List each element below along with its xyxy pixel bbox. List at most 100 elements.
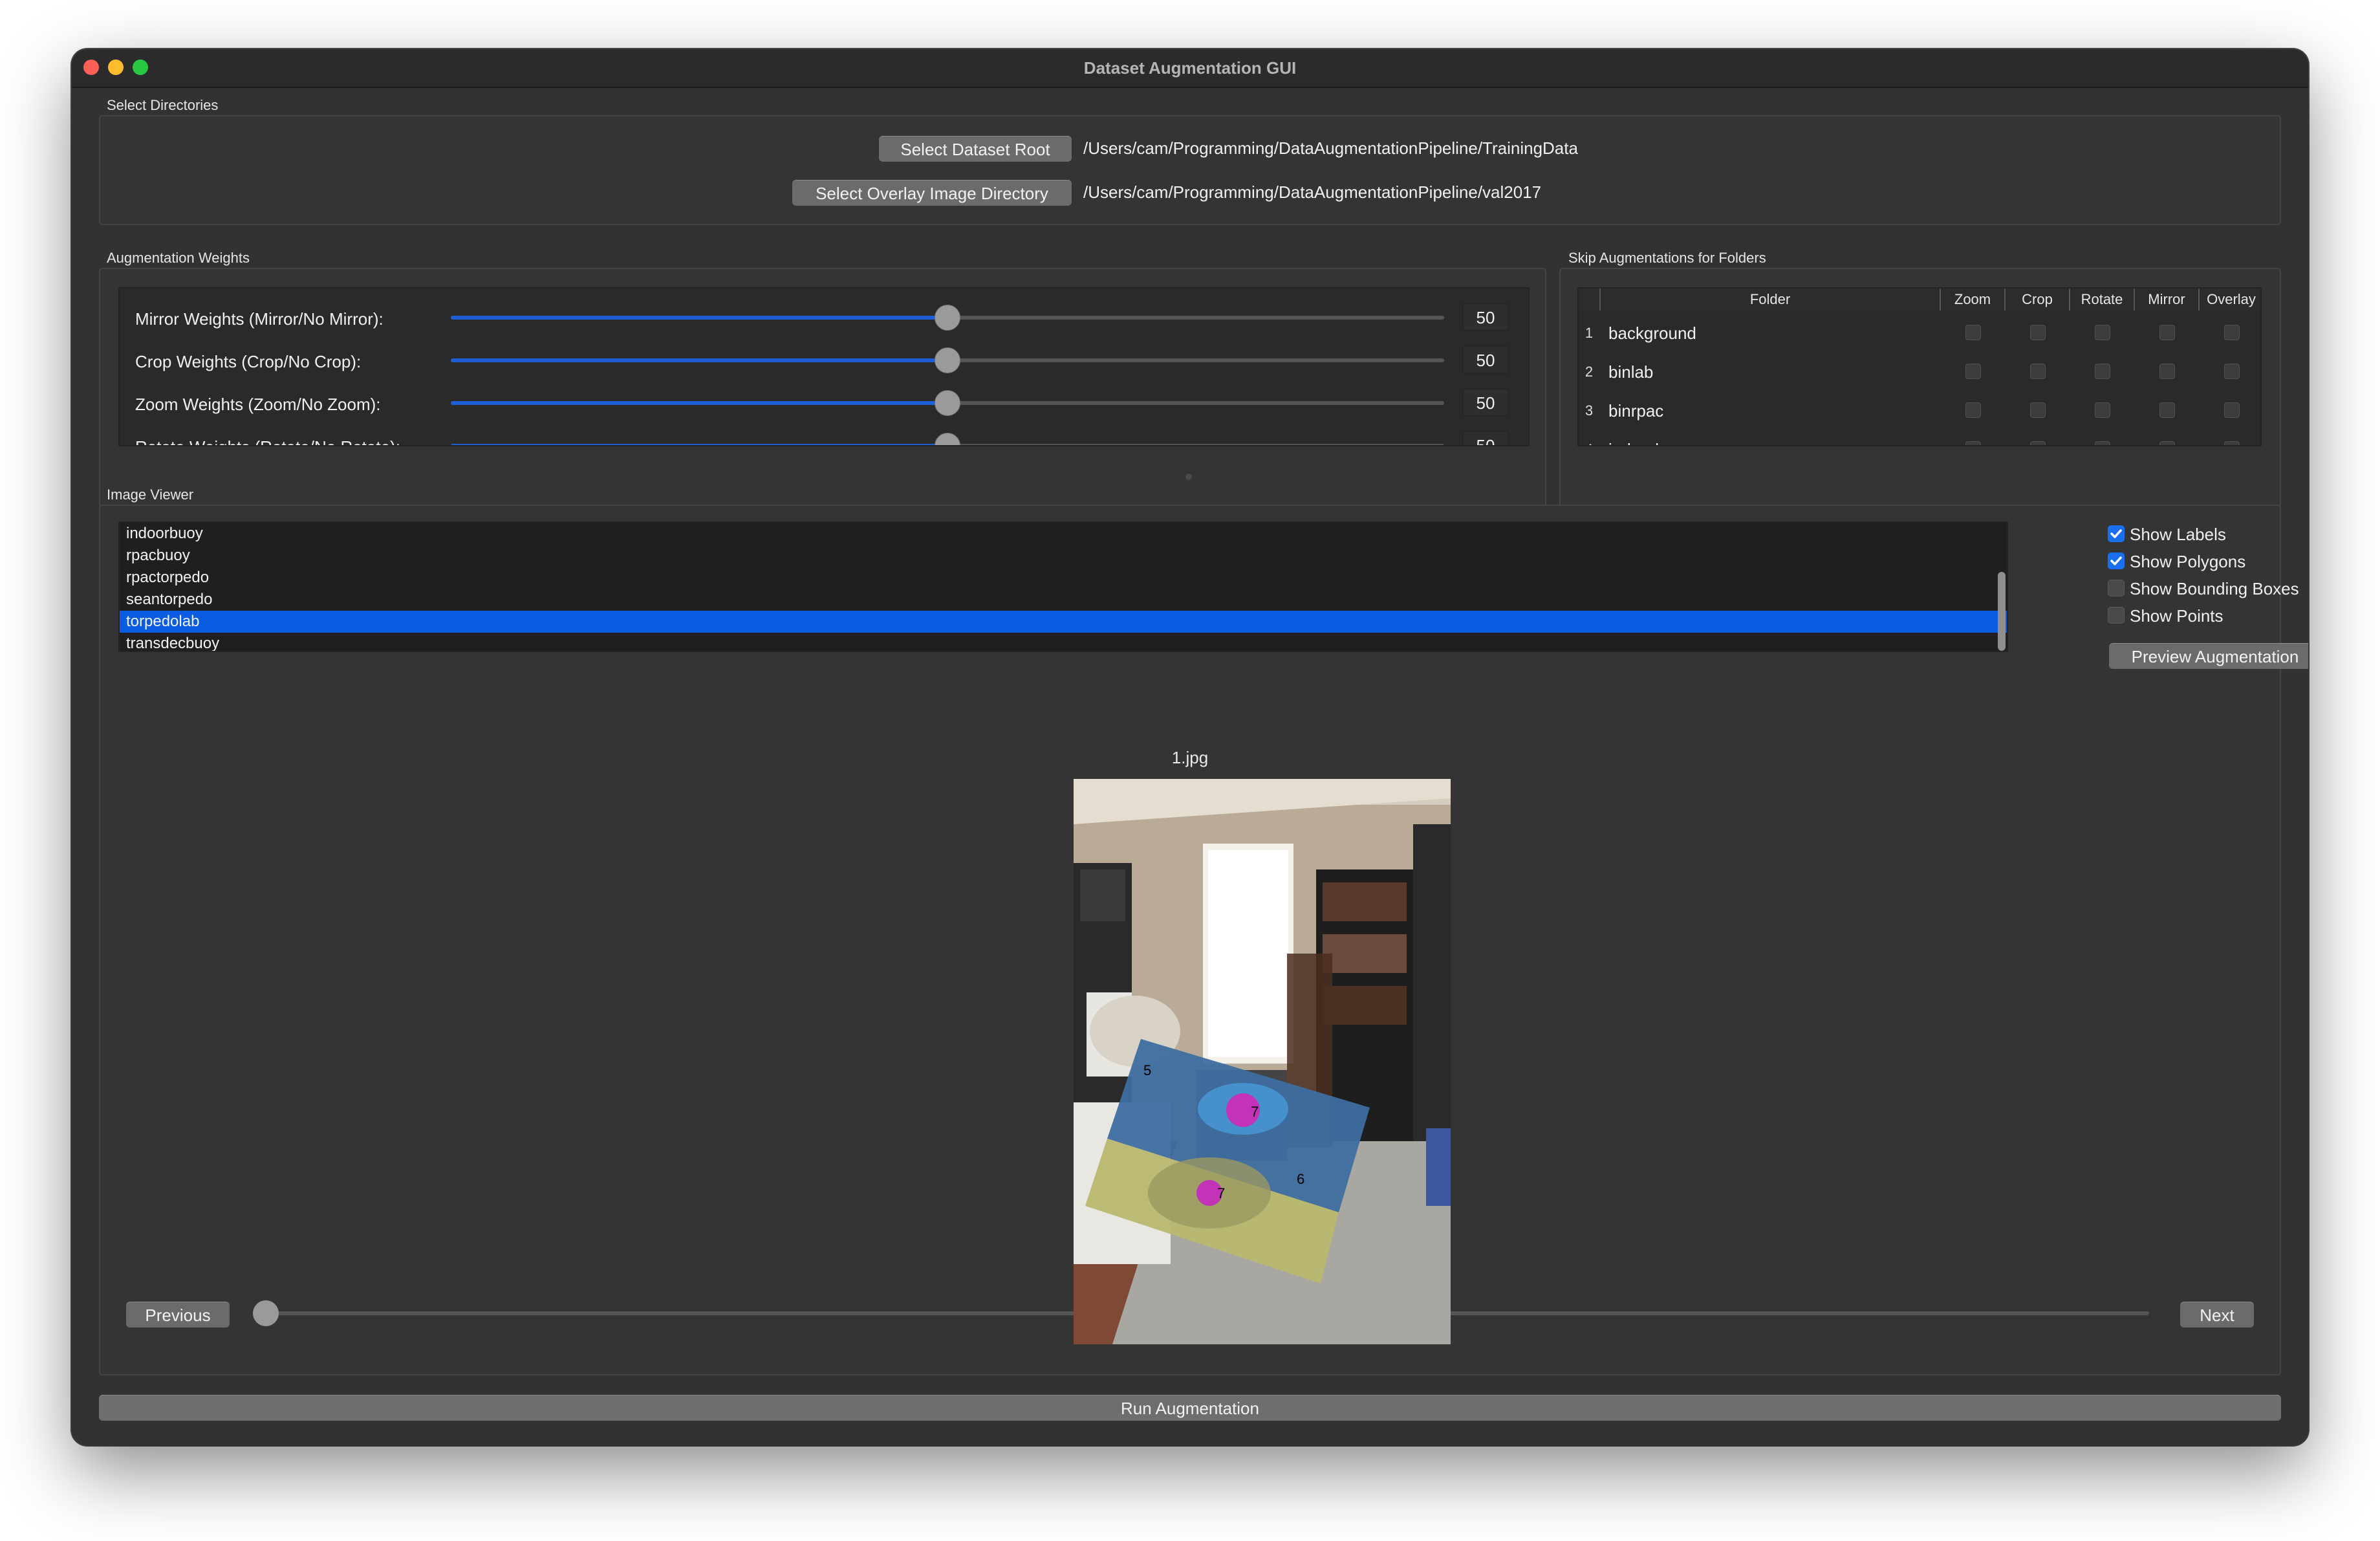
skip-table[interactable]: Folder Zoom Crop Rotate Mirror Overlay 1… [1577,287,2262,446]
skip-overlay-checkbox[interactable] [2224,441,2240,445]
checkmark-icon [2110,529,2122,538]
show-bounding-boxes-checkbox[interactable] [2108,580,2125,596]
next-button[interactable]: Next [2180,1302,2254,1328]
skip-crop-checkbox[interactable] [2030,402,2046,418]
show-labels-label: Show Labels [2130,525,2226,544]
select-dataset-root-button[interactable]: Select Dataset Root [879,136,1072,162]
skip-zoom-checkbox[interactable] [1965,402,1981,418]
table-row[interactable]: 3 binrpac [1579,392,2260,431]
image-index-handle[interactable] [253,1300,279,1326]
mirror-weight-slider[interactable] [451,305,1444,331]
rotate-weight-row: Rotate Weights (Rotate/No Rotate): 50 [120,428,1528,445]
skip-rotate-checkbox[interactable] [2095,325,2110,340]
list-item[interactable]: rpactorpedo [126,567,209,589]
column-header-mirror[interactable]: Mirror [2135,289,2200,311]
skip-zoom-checkbox[interactable] [1965,325,1981,340]
overlay-label: 6 [1297,1171,1304,1187]
list-item[interactable]: seantorpedo [126,589,212,611]
overlay-label: 5 [1143,1062,1151,1078]
skip-table-header: Folder Zoom Crop Rotate Mirror Overlay [1579,289,2260,311]
zoom-weight-handle[interactable] [935,390,960,416]
skip-mirror-checkbox[interactable] [2159,441,2175,445]
skip-overlay-checkbox[interactable] [2224,364,2240,379]
skip-rotate-checkbox[interactable] [2095,441,2110,445]
list-item[interactable]: rpacbuoy [126,545,190,567]
rotate-weight-handle[interactable] [935,433,960,445]
corner-header [1579,289,1601,311]
skip-zoom-checkbox[interactable] [1965,364,1981,379]
preview-image: 5 7 7 6 [1074,779,1451,1344]
row-number: 2 [1585,364,1594,380]
crop-weight-fill [451,358,947,362]
selected-list-row[interactable] [120,611,2007,633]
rotate-weight-label: Rotate Weights (Rotate/No Rotate): [135,437,400,445]
column-header-overlay[interactable]: Overlay [2200,289,2260,311]
overlay-label: 7 [1217,1185,1225,1201]
folder-name: binlab [1608,362,1654,382]
previous-button[interactable]: Previous [126,1302,230,1328]
show-points-checkbox[interactable] [2108,607,2125,624]
folder-name: binrpac [1608,401,1664,421]
crop-weight-slider[interactable] [451,347,1444,373]
show-bounding-boxes-label: Show Bounding Boxes [2130,579,2299,598]
mirror-weight-handle[interactable] [935,305,960,331]
skip-crop-checkbox[interactable] [2030,364,2046,379]
crop-weight-value[interactable]: 50 [1462,345,1509,374]
table-row[interactable]: 1 background [1579,314,2260,353]
skip-mirror-checkbox[interactable] [2159,364,2175,379]
rotate-weight-fill [451,444,947,445]
skip-augmentations-group: Folder Zoom Crop Rotate Mirror Overlay 1… [1559,268,2281,518]
mirror-weight-row: Mirror Weights (Mirror/No Mirror): 50 [120,300,1528,343]
overlay-label: 7 [1251,1104,1259,1120]
mirror-weight-value[interactable]: 50 [1462,303,1509,331]
list-scrollbar[interactable] [1998,572,2006,651]
skip-zoom-checkbox[interactable] [1965,441,1981,445]
skip-augmentations-label: Skip Augmentations for Folders [1568,250,1766,266]
list-item[interactable]: transdecbuoy [126,633,219,651]
row-number: 1 [1585,325,1594,341]
augmentation-weights-label: Augmentation Weights [107,250,250,266]
window-title: Dataset Augmentation GUI [1083,58,1297,78]
column-header-zoom[interactable]: Zoom [1941,289,2006,311]
weights-scroll-area[interactable]: Mirror Weights (Mirror/No Mirror): 50 Cr… [118,287,1530,446]
column-header-crop[interactable]: Crop [2006,289,2070,311]
skip-overlay-checkbox[interactable] [2224,402,2240,418]
list-item[interactable]: indoorbuoy [126,523,203,545]
table-row[interactable]: 4 indoorbuoy [1579,431,2260,445]
select-overlay-directory-button[interactable]: Select Overlay Image Directory [792,180,1072,206]
skip-crop-checkbox[interactable] [2030,325,2046,340]
preview-augmentation-button[interactable]: Preview Augmentation [2109,643,2308,669]
checkmark-icon [2110,556,2122,565]
dataset-root-path: /Users/cam/Programming/DataAugmentationP… [1083,138,1578,158]
rotate-weight-value[interactable]: 50 [1462,431,1509,445]
show-points-label: Show Points [2130,606,2223,626]
mirror-weight-label: Mirror Weights (Mirror/No Mirror): [135,309,384,329]
skip-mirror-checkbox[interactable] [2159,402,2175,418]
run-augmentation-button[interactable]: Run Augmentation [99,1395,2281,1421]
table-row[interactable]: 2 binlab [1579,353,2260,392]
skip-crop-checkbox[interactable] [2030,441,2046,445]
room-photo: 5 7 7 6 [1074,779,1451,1344]
rotate-weight-slider[interactable] [451,433,1444,445]
zoom-weight-fill [451,401,947,405]
zoom-weight-value[interactable]: 50 [1462,388,1509,417]
column-header-folder[interactable]: Folder [1601,289,1941,311]
augmentation-weights-group: Mirror Weights (Mirror/No Mirror): 50 Cr… [99,268,1546,518]
show-polygons-checkbox[interactable] [2108,552,2125,569]
select-directories-label: Select Directories [107,97,219,113]
show-labels-checkbox[interactable] [2108,525,2125,542]
zoom-weight-slider[interactable] [451,390,1444,416]
list-item-selected[interactable]: torpedolab [126,611,199,633]
image-filename: 1.jpg [1171,748,1209,767]
skip-rotate-checkbox[interactable] [2095,402,2110,418]
column-header-rotate[interactable]: Rotate [2070,289,2135,311]
select-directories-group: Select Dataset Root /Users/cam/Programmi… [99,115,2281,225]
skip-rotate-checkbox[interactable] [2095,364,2110,379]
folder-list[interactable]: indoorbuoy rpacbuoy rpactorpedo seantorp… [118,521,2008,652]
skip-overlay-checkbox[interactable] [2224,325,2240,340]
splitter-handle[interactable] [1185,474,1192,480]
crop-weight-handle[interactable] [935,347,960,373]
zoom-weight-row: Zoom Weights (Zoom/No Zoom): 50 [120,386,1528,428]
zoom-weight-label: Zoom Weights (Zoom/No Zoom): [135,395,381,414]
skip-mirror-checkbox[interactable] [2159,325,2175,340]
